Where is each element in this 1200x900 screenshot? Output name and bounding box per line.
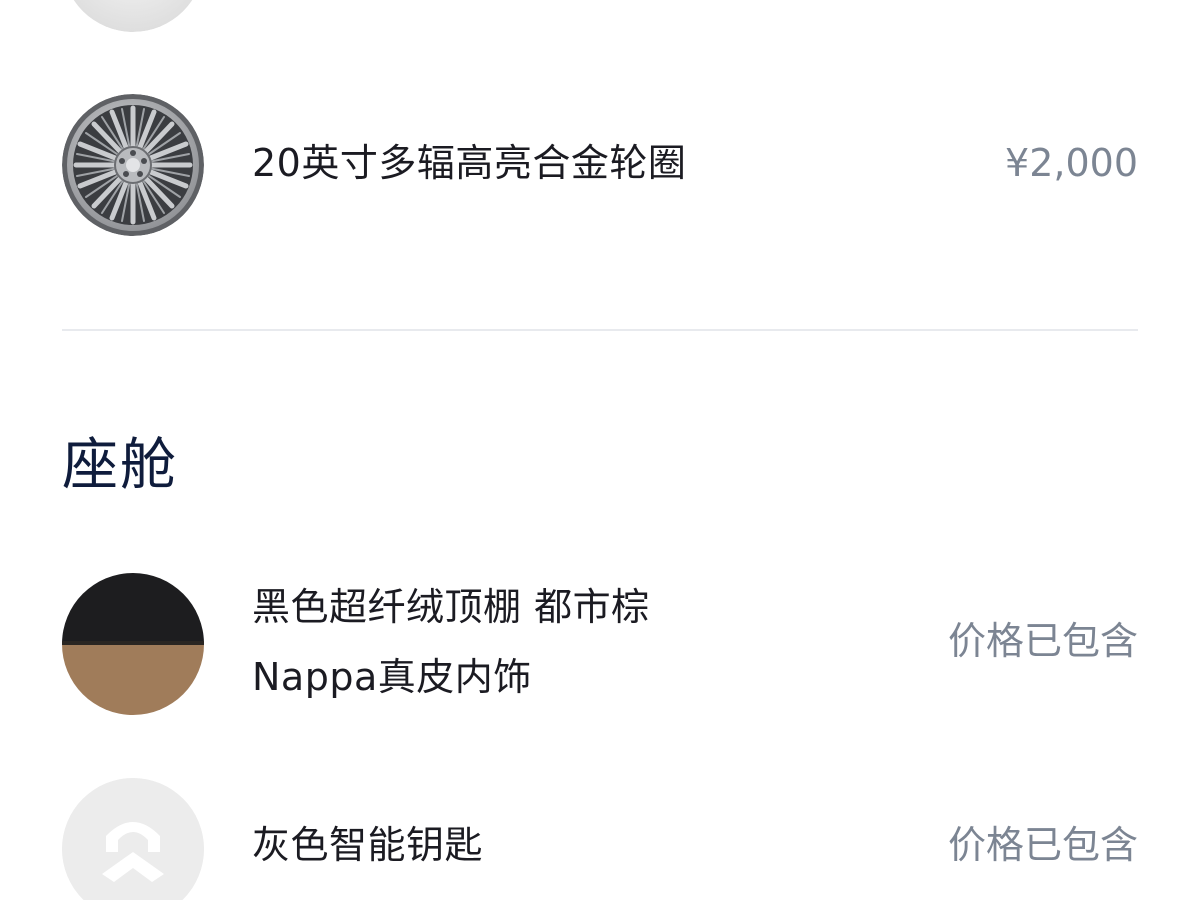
- alloy-wheel-icon: [62, 94, 204, 236]
- wheel-option-price: ¥2,000: [1005, 141, 1138, 185]
- option-summary-page: 20英寸多辐高亮合金轮圈 ¥2,000 座舱 黑色超纤绒顶棚 都市棕 Nappa…: [0, 0, 1200, 900]
- wheel-option-name: 20英寸多辐高亮合金轮圈: [252, 141, 687, 185]
- key-option-price: 价格已包含: [947, 823, 1138, 867]
- interior-option-price: 价格已包含: [947, 619, 1138, 663]
- cabin-section-title: 座舱: [62, 433, 178, 498]
- interior-option-name-line2: Nappa真皮内饰: [252, 655, 532, 699]
- nio-key-icon: [62, 778, 204, 900]
- previous-item-thumbnail: [62, 0, 204, 32]
- interior-swatch-icon: [62, 573, 204, 715]
- interior-option-name-line1: 黑色超纤绒顶棚 都市棕: [252, 585, 650, 629]
- key-option-name: 灰色智能钥匙: [252, 823, 484, 867]
- section-divider: [62, 329, 1138, 331]
